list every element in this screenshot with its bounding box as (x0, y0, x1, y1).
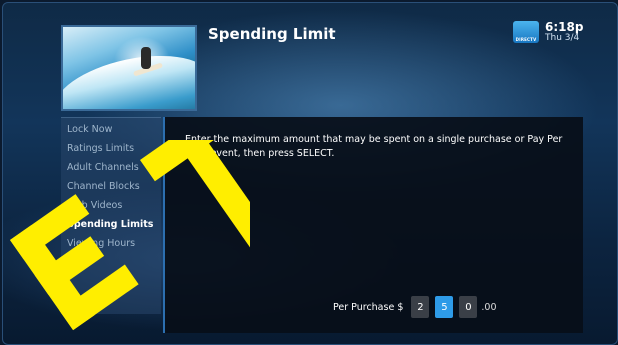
menu-item-spending-limits[interactable]: Spending Limits (67, 219, 153, 230)
cents-label: .00 (481, 301, 497, 313)
menu-item-lock-now[interactable]: Lock Now (67, 124, 112, 135)
menu-item-web-videos[interactable]: Web Videos (67, 200, 122, 211)
instructions-text: Enter the maximum amount that may be spe… (185, 134, 563, 159)
menu-item-viewing-hours[interactable]: Viewing Hours (67, 238, 135, 249)
digit-box-1[interactable]: 2 (411, 296, 430, 318)
wave-graphic (63, 43, 195, 109)
clock-time: 6:18p (545, 20, 584, 34)
parental-controls-menu: Lock Now Ratings Limits Adult Channels C… (61, 117, 161, 314)
digit-box-3[interactable]: 0 (459, 296, 478, 318)
per-purchase-input: Per Purchase $ 2 5 0 .00 (333, 296, 496, 318)
menu-item-ratings-limits[interactable]: Ratings Limits (67, 143, 134, 154)
tv-screen: Spending Limit DIRECTV 6:18p Thu 3/4 Loc… (2, 2, 618, 345)
per-purchase-label: Per Purchase $ (333, 301, 404, 313)
clock-date: Thu 3/4 (545, 32, 580, 43)
menu-item-done[interactable]: Done (67, 257, 92, 268)
page-title: Spending Limit (208, 25, 336, 43)
menu-item-adult-channels[interactable]: Adult Channels (67, 162, 139, 173)
digit-box-2[interactable]: 5 (435, 296, 454, 318)
live-tv-thumbnail (61, 25, 197, 111)
spending-limit-panel: Enter the maximum amount that may be spe… (163, 117, 583, 333)
logo-text: DIRECTV (515, 37, 537, 42)
directv-logo-icon: DIRECTV (513, 21, 539, 43)
surfer-graphic (141, 47, 151, 69)
clock-area: DIRECTV 6:18p Thu 3/4 (513, 21, 583, 43)
clock: 6:18p Thu 3/4 (545, 21, 583, 43)
menu-item-channel-blocks[interactable]: Channel Blocks (67, 181, 140, 192)
